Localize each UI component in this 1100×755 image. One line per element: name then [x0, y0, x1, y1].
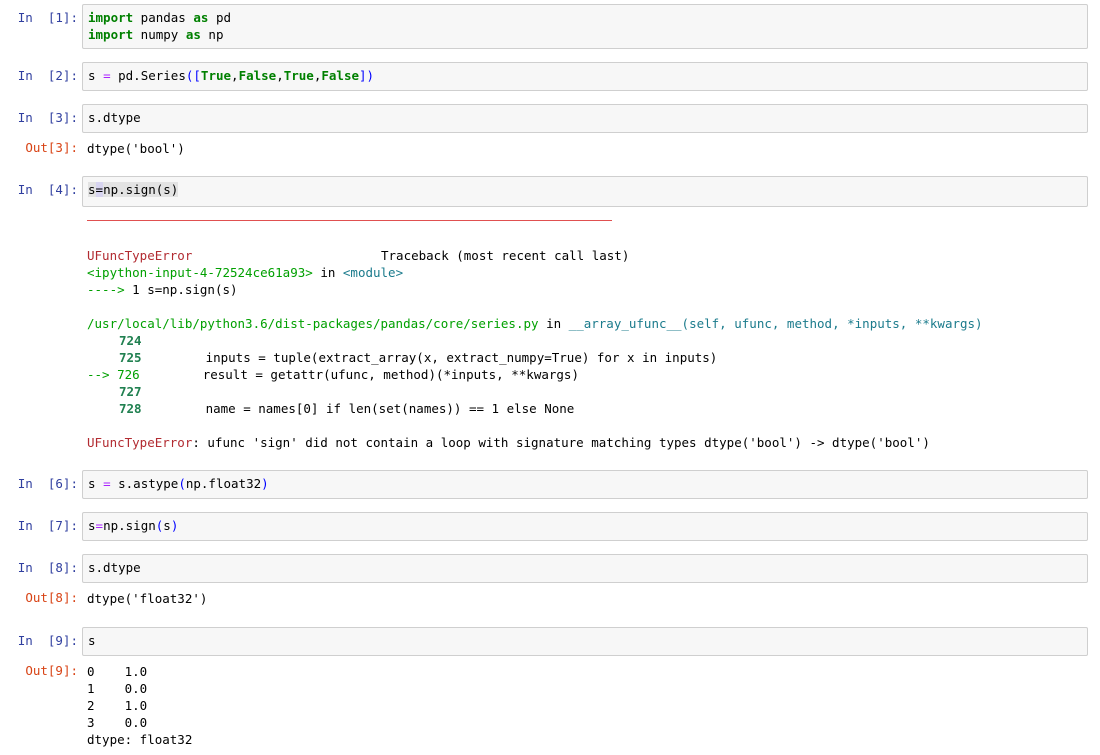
current-line-marker: --> 726 — [87, 367, 140, 382]
line-code: result = getattr(ufunc, method)(*inputs,… — [202, 367, 579, 382]
output-line: dtype: float32 — [87, 732, 193, 747]
traceback-header: Traceback (most recent call last) — [381, 248, 630, 263]
output-line: 3 0.0 — [87, 715, 148, 730]
code-input[interactable]: s=np.sign(s) — [82, 512, 1088, 541]
code-input[interactable]: s=np.sign(s) — [82, 176, 1088, 207]
line-code: inputs = tuple(extract_array(x, extract_… — [205, 350, 718, 365]
input-prompt: In [3]: — [17, 110, 78, 125]
arrow-line: 1 s=np.sign(s) — [132, 282, 238, 297]
output-prompt: Out[3]: — [25, 140, 78, 155]
output-prompt: Out[9]: — [25, 663, 78, 678]
func-name: __array_ufunc__(self, ufunc, method, *in… — [568, 316, 983, 331]
code-input[interactable]: import pandas as pd import numpy as np — [82, 4, 1088, 49]
output-prompt: Out[8]: — [25, 590, 78, 605]
input-prompt: In [6]: — [17, 476, 78, 491]
input-prompt: In [1]: — [17, 10, 78, 25]
line-number: 725 — [119, 350, 142, 365]
code-input[interactable]: s.dtype — [82, 104, 1088, 133]
arrow-prefix: ----> — [87, 282, 125, 297]
file-path: /usr/local/lib/python3.6/dist-packages/p… — [87, 316, 539, 331]
code-input[interactable]: s — [82, 627, 1088, 656]
line-number: 727 — [119, 384, 142, 399]
traceback-separator — [87, 220, 612, 221]
input-prompt: In [9]: — [17, 633, 78, 648]
error-message: : ufunc 'sign' did not contain a loop wi… — [192, 435, 930, 450]
line-number: 724 — [119, 333, 142, 348]
input-prompt: In [2]: — [17, 68, 78, 83]
cell-output: dtype('bool') — [87, 141, 185, 156]
input-ref: <ipython-input-4-72524ce61a93> — [87, 265, 313, 280]
code-input[interactable]: s = s.astype(np.float32) — [82, 470, 1088, 499]
module-ref: <module> — [342, 265, 404, 280]
line-code: name = names[0] if len(set(names)) == 1 … — [205, 401, 575, 416]
line-number: 728 — [119, 401, 142, 416]
input-prompt: In [8]: — [17, 560, 78, 575]
output-line: 2 1.0 — [87, 698, 148, 713]
input-prompt: In [4]: — [17, 182, 78, 197]
error-name: UFuncTypeError — [87, 248, 193, 263]
output-line: 1 0.0 — [87, 681, 148, 696]
in-word: in — [320, 265, 336, 280]
input-prompt: In [7]: — [17, 518, 78, 533]
cell-output: 0 1.0 1 0.0 2 1.0 3 0.0 dtype: float32 — [87, 663, 192, 748]
cell-output: dtype('float32') — [87, 591, 208, 606]
code-input[interactable]: s = pd.Series([True,False,True,False]) — [82, 62, 1088, 91]
error-name: UFuncTypeError — [87, 435, 193, 450]
code-input[interactable]: s.dtype — [82, 554, 1088, 583]
output-line: 0 1.0 — [87, 664, 148, 679]
traceback-output: UFuncTypeError Traceback (most recent cal… — [87, 248, 983, 450]
